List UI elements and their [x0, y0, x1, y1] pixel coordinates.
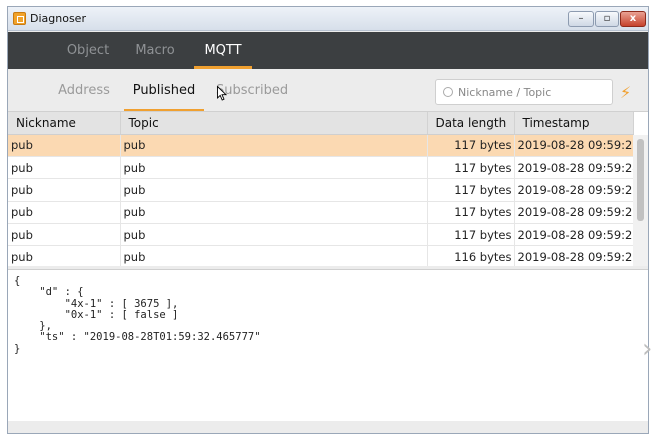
subtab-published[interactable]: Published — [124, 83, 204, 111]
sub-tab-bar: Address Published Subscribed ⚡ — [8, 69, 648, 111]
broom-icon[interactable]: ⚡ — [620, 83, 631, 102]
chevron-right-icon[interactable]: › — [642, 334, 652, 364]
column-header-data-length[interactable]: Data length — [427, 112, 515, 135]
table-row[interactable]: pub pub 117 bytes 2019-08-28 09:59:24 — [8, 156, 634, 180]
close-button[interactable]: x — [620, 11, 646, 27]
top-nav: Object Macro MQTT — [8, 32, 648, 69]
message-detail-panel: { "d" : { "4x-1" : [ 3675 ], "0x-1" : [ … — [8, 269, 648, 421]
maximize-button[interactable]: ▫ — [595, 11, 619, 27]
minimize-button[interactable]: – — [568, 11, 594, 27]
search-icon — [443, 87, 453, 97]
cell-nickname: pub — [8, 156, 121, 180]
table-row[interactable]: pub pub 116 bytes 2019-08-28 09:59:21 — [8, 245, 634, 266]
cell-topic: pub — [120, 201, 428, 225]
column-header-nickname[interactable]: Nickname — [8, 112, 121, 135]
cell-topic: pub — [120, 134, 428, 157]
table-scrollbar[interactable] — [633, 135, 648, 266]
search-input[interactable] — [458, 84, 608, 101]
cell-data-length: 117 bytes — [427, 134, 515, 157]
tab-macro[interactable]: Macro — [120, 32, 190, 69]
cell-data-length: 117 bytes — [427, 223, 515, 247]
cell-timestamp: 2019-08-28 09:59:23 — [514, 201, 634, 225]
cell-nickname: pub — [8, 223, 121, 247]
cell-timestamp: 2019-08-28 09:59:25 — [514, 134, 634, 157]
table-row[interactable]: pub pub 117 bytes 2019-08-28 09:59:25 — [8, 134, 634, 157]
column-header-timestamp[interactable]: Timestamp — [514, 112, 634, 135]
app-window: Diagnoser – ▫ x Object Macro MQTT Addres… — [7, 6, 649, 434]
mouse-cursor-icon — [217, 86, 227, 101]
search-box[interactable] — [435, 79, 613, 105]
cell-nickname: pub — [8, 134, 121, 157]
cell-nickname: pub — [8, 245, 121, 266]
message-payload: { "d" : { "4x-1" : [ 3675 ], "0x-1" : [ … — [14, 275, 261, 355]
scrollbar-thumb[interactable] — [637, 139, 644, 221]
table-row[interactable]: pub pub 117 bytes 2019-08-28 09:59:23 — [8, 178, 634, 202]
table-row[interactable]: pub pub 117 bytes 2019-08-28 09:59:22 — [8, 223, 634, 247]
tab-mqtt[interactable]: MQTT — [194, 32, 252, 69]
cell-timestamp: 2019-08-28 09:59:23 — [514, 178, 634, 202]
cell-timestamp: 2019-08-28 09:59:22 — [514, 223, 634, 247]
table-row[interactable]: pub pub 117 bytes 2019-08-28 09:59:23 — [8, 201, 634, 225]
cell-nickname: pub — [8, 178, 121, 202]
messages-table: Nickname Topic Data length Timestamp pub… — [8, 111, 648, 266]
column-header-topic[interactable]: Topic — [120, 112, 428, 135]
cell-topic: pub — [120, 245, 428, 266]
cell-timestamp: 2019-08-28 09:59:21 — [514, 245, 634, 266]
cell-data-length: 117 bytes — [427, 201, 515, 225]
cell-data-length: 117 bytes — [427, 178, 515, 202]
tab-object[interactable]: Object — [48, 32, 128, 69]
title-bar[interactable]: Diagnoser – ▫ x — [8, 7, 648, 31]
cell-data-length: 116 bytes — [427, 245, 515, 266]
app-icon — [13, 12, 26, 25]
table-header: Nickname Topic Data length Timestamp — [8, 112, 634, 135]
cell-topic: pub — [120, 178, 428, 202]
cell-nickname: pub — [8, 201, 121, 225]
window-title: Diagnoser — [30, 12, 86, 25]
cell-timestamp: 2019-08-28 09:59:24 — [514, 156, 634, 180]
subtab-address[interactable]: Address — [54, 83, 114, 105]
cell-topic: pub — [120, 156, 428, 180]
cell-data-length: 117 bytes — [427, 156, 515, 180]
cell-topic: pub — [120, 223, 428, 247]
